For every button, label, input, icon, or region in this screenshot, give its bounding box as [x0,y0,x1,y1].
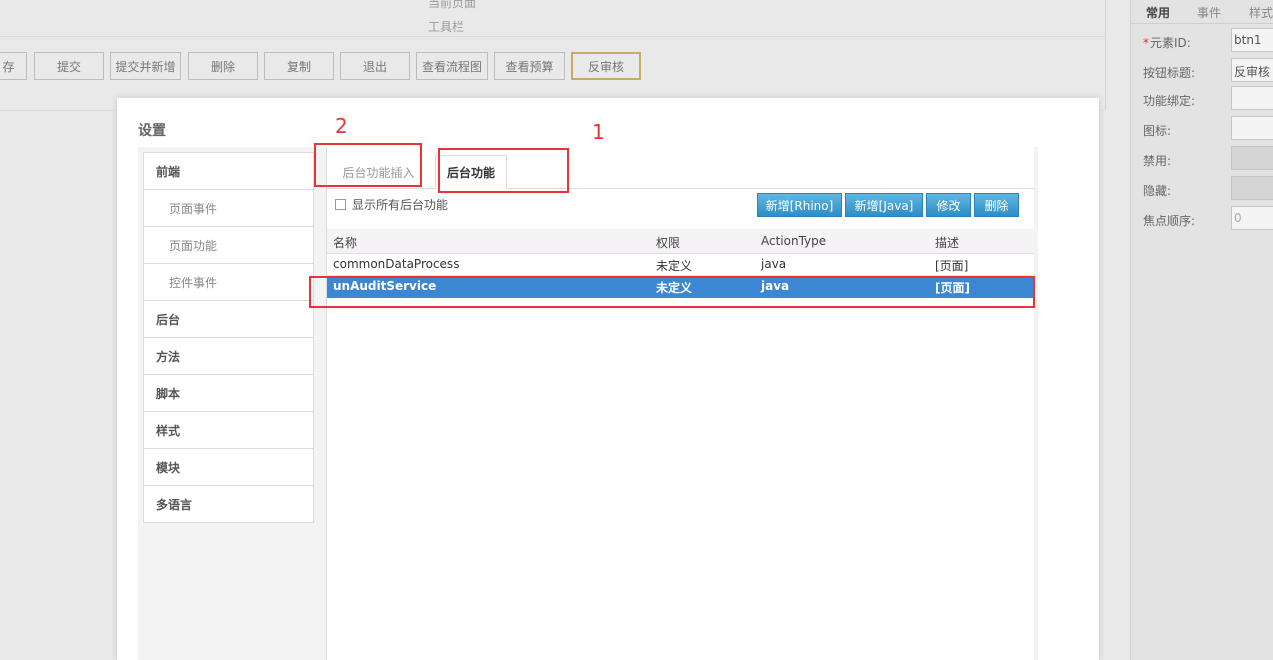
nav-backend[interactable]: 后台 [144,301,313,338]
prop-label-disabled: 禁用: [1143,154,1172,168]
view-budget-button[interactable]: 查看预算 [494,52,565,80]
nav-multilanguage[interactable]: 多语言 [144,486,313,523]
nav-page-events[interactable]: 页面事件 [144,190,313,227]
toolbar-right-border [1105,0,1106,110]
prop-label-icon: 图标: [1143,124,1172,138]
disabled-input[interactable] [1231,146,1273,170]
cell-permission: 未定义 [656,259,693,273]
prop-row-element-id: *元素ID: btn1 [1131,28,1273,56]
property-tabs: 常用 事件 样式 [1131,0,1273,24]
annotation-number-1: 1 [592,120,605,144]
nav-page-functions[interactable]: 页面功能 [144,227,313,264]
nav-scripts[interactable]: 脚本 [144,375,313,412]
cell-description: [页面] [935,259,969,273]
prop-label-function-binding: 功能绑定: [1143,94,1196,108]
prop-row-disabled: 禁用: [1131,146,1273,174]
unaudit-button[interactable]: 反审核 [571,52,641,80]
show-all-checkbox[interactable] [335,199,346,210]
show-all-backend-functions[interactable]: 显示所有后台功能 [335,196,448,213]
annotation-box-row [309,276,1035,308]
settings-nav: 前端 页面事件 页面功能 控件事件 后台 方法 脚本 样式 模块 多语言 [143,152,314,523]
backend-tabbar: 后台功能插入 后台功能 [327,147,1035,189]
tab-common[interactable]: 常用 [1146,4,1170,21]
prop-label-element-id: *元素ID: [1143,36,1191,50]
column-name[interactable]: 名称 [333,234,357,251]
functions-table-header: 名称 权限 ActionType 描述 [327,229,1035,254]
hidden-input[interactable] [1231,176,1273,200]
cell-name: commonDataProcess [333,257,460,271]
backend-content: 后台功能插入 后台功能 显示所有后台功能 新增[Rhino] 新增[Java] … [326,147,1035,660]
column-description[interactable]: 描述 [935,234,959,251]
button-title-input[interactable]: 反审核 [1231,58,1273,82]
column-action-type[interactable]: ActionType [761,234,826,248]
delete-button[interactable]: 删除 [188,52,258,80]
edit-button[interactable]: 修改 [926,193,971,217]
table-row[interactable]: commonDataProcess 未定义 java [页面] [327,254,1035,276]
add-rhino-button[interactable]: 新增[Rhino] [757,193,842,217]
prop-label-button-title: 按钮标题: [1143,66,1196,80]
element-id-input[interactable]: btn1 [1231,28,1273,52]
settings-dialog: 设置 前端 页面事件 页面功能 控件事件 后台 方法 脚本 样式 模块 多语言 … [117,98,1099,660]
show-all-label: 显示所有后台功能 [352,198,449,212]
tab-styles[interactable]: 样式 [1249,4,1273,21]
column-permission[interactable]: 权限 [656,234,680,251]
delete-function-button[interactable]: 删除 [974,193,1019,217]
nav-styles[interactable]: 样式 [144,412,313,449]
dialog-title: 设置 [138,123,166,139]
submit-and-new-button[interactable]: 提交并新增 [110,52,181,80]
cell-action-type: java [761,257,787,271]
prop-label-focus-order: 焦点顺序: [1143,214,1196,228]
toolbar-label: 工具栏 [428,20,465,34]
nav-frontend[interactable]: 前端 [144,153,313,190]
annotation-number-2: 2 [335,114,348,138]
view-flowchart-button[interactable]: 查看流程图 [416,52,488,80]
function-binding-input[interactable] [1231,86,1273,110]
icon-input[interactable] [1231,116,1273,140]
annotation-box-1 [438,148,569,193]
tab-events[interactable]: 事件 [1197,4,1221,21]
prop-row-hidden: 隐藏: [1131,176,1273,204]
prop-row-function-binding: 功能绑定: [1131,86,1273,114]
prop-row-icon: 图标: [1131,116,1273,144]
annotation-box-2 [314,143,422,187]
prop-row-button-title: 按钮标题: 反审核 [1131,58,1273,86]
exit-button[interactable]: 退出 [340,52,410,80]
required-marker: * [1143,36,1149,50]
copy-button[interactable]: 复制 [264,52,334,80]
submit-button[interactable]: 提交 [34,52,104,80]
nav-control-events[interactable]: 控件事件 [144,264,313,301]
save-button[interactable]: 存 [0,52,27,80]
nav-modules[interactable]: 模块 [144,449,313,486]
nav-methods[interactable]: 方法 [144,338,313,375]
prop-row-focus-order: 焦点顺序: 0 [1131,206,1273,234]
focus-order-input[interactable]: 0 [1231,206,1273,230]
prop-label-hidden: 隐藏: [1143,184,1172,198]
current-page-label: 当前页面 [428,0,477,10]
toolbar-divider [0,36,1105,37]
add-java-button[interactable]: 新增[Java] [845,193,923,217]
property-panel: 常用 事件 样式 *元素ID: btn1 按钮标题: 反审核 功能绑定: 图标:… [1130,0,1273,660]
